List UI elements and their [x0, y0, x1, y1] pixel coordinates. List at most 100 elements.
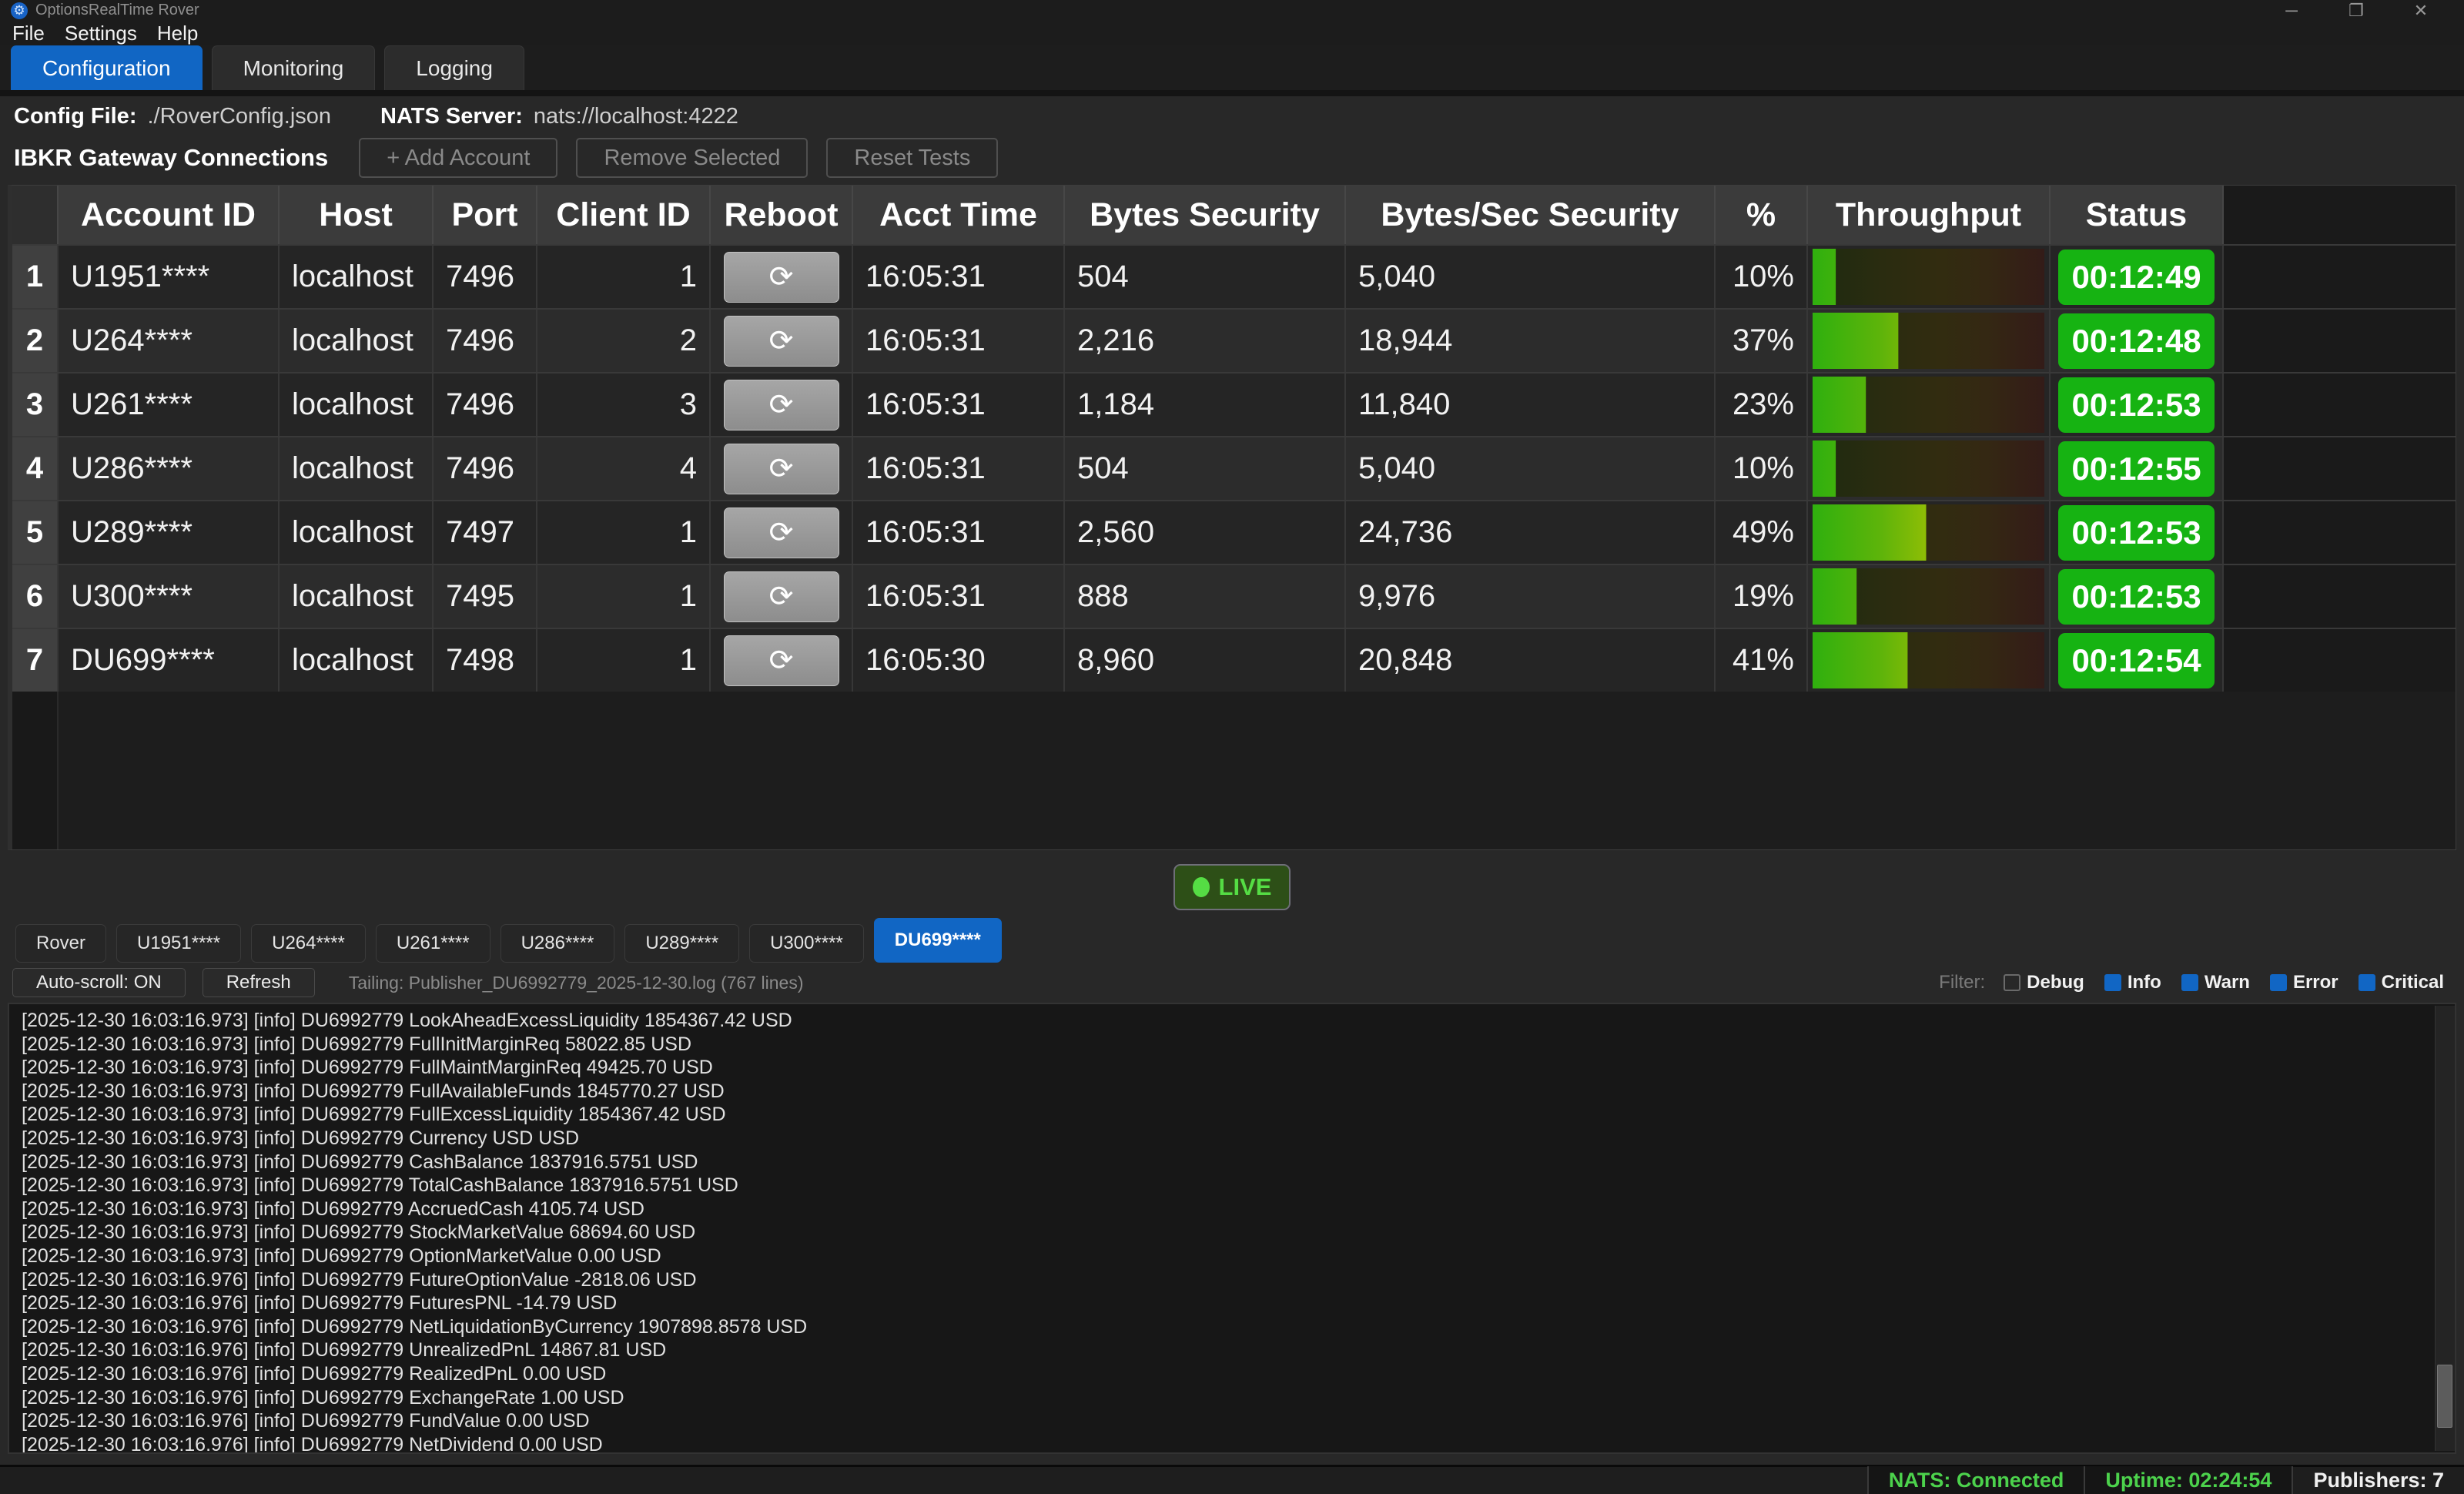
column-header-Client ID: Client ID [537, 186, 711, 244]
cell-bytes-sec-security: 9,976 [1346, 565, 1716, 628]
filter-name: Error [2293, 972, 2338, 993]
cell-port: 7497 [434, 501, 537, 564]
log-line: [2025-12-30 16:03:16.976] [info] DU69927… [22, 1268, 2455, 1292]
column-header-Host: Host [280, 186, 434, 244]
cell-account-id: U300**** [59, 565, 280, 628]
cell-status: 00:12:53 [2051, 501, 2224, 564]
log-tab-rover[interactable]: Rover [15, 924, 106, 963]
cell-status: 00:12:53 [2051, 374, 2224, 436]
cell-acct-time: 16:05:31 [853, 246, 1065, 308]
log-tab-u286[interactable]: U286**** [500, 924, 615, 963]
log-tab-u289[interactable]: U289**** [624, 924, 739, 963]
close-icon[interactable]: ✕ [2404, 1, 2438, 21]
throughput-bar [1813, 568, 2044, 625]
log-tab-u1951[interactable]: U1951**** [116, 924, 241, 963]
cell-port: 7496 [434, 310, 537, 372]
cell-reboot: ⟳ [711, 310, 853, 372]
log-scrollbar[interactable] [2435, 1006, 2455, 1451]
log-scrollbar-thumb[interactable] [2437, 1365, 2452, 1428]
cell-throughput [1808, 246, 2051, 308]
cell-reboot: ⟳ [711, 501, 853, 564]
filter-critical[interactable]: Critical [2359, 972, 2444, 993]
table-row[interactable]: 3U261****localhost74963⟳16:05:311,18411,… [12, 372, 2456, 436]
filter-warn[interactable]: Warn [2181, 972, 2250, 993]
log-line: [2025-12-30 16:03:16.973] [info] DU69927… [22, 1221, 2455, 1244]
cell-port: 7498 [434, 629, 537, 692]
reboot-button[interactable]: ⟳ [724, 507, 839, 558]
reboot-button[interactable]: ⟳ [724, 380, 839, 430]
window-controls: ─ ❐ ✕ [2275, 1, 2464, 21]
live-dot-icon [1193, 877, 1210, 897]
cell-account-id: DU699**** [59, 629, 280, 692]
log-output-view[interactable]: [2025-12-30 16:03:16.973] [info] DU69927… [8, 1003, 2456, 1454]
menu-item-help[interactable]: Help [157, 22, 198, 45]
refresh-button[interactable]: Refresh [203, 968, 315, 997]
cell-account-id: U1951**** [59, 246, 280, 308]
table-header-row: Account IDHostPortClient IDRebootAcct Ti… [12, 186, 2456, 244]
table-row[interactable]: 5U289****localhost74971⟳16:05:312,56024,… [12, 500, 2456, 564]
menu-item-file[interactable]: File [12, 22, 45, 45]
menu-item-settings[interactable]: Settings [65, 22, 137, 45]
tab-monitoring[interactable]: Monitoring [212, 45, 376, 90]
remove-selected-button[interactable]: Remove Selected [576, 138, 808, 178]
cell-throughput [1808, 629, 2051, 692]
reset-tests-button[interactable]: Reset Tests [826, 138, 998, 178]
log-line: [2025-12-30 16:03:16.973] [info] DU69927… [22, 1080, 2455, 1104]
status-badge: 00:12:53 [2058, 505, 2215, 561]
reboot-button[interactable]: ⟳ [724, 444, 839, 494]
filter-info[interactable]: Info [2104, 972, 2161, 993]
column-header-Account ID: Account ID [59, 186, 280, 244]
table-row[interactable]: 2U264****localhost74962⟳16:05:312,21618,… [12, 308, 2456, 372]
filter-checkbox-info[interactable] [2104, 974, 2121, 991]
throughput-bar [1813, 377, 2044, 433]
reboot-button[interactable]: ⟳ [724, 571, 839, 622]
cell-bytes-security: 2,560 [1065, 501, 1346, 564]
cell-port: 7496 [434, 246, 537, 308]
cell-status: 00:12:55 [2051, 437, 2224, 500]
filter-checkbox-warn[interactable] [2181, 974, 2198, 991]
tailing-status-text: Tailing: Publisher_DU6992779_2025-12-30.… [349, 973, 804, 993]
log-tab-u261[interactable]: U261**** [376, 924, 490, 963]
table-row[interactable]: 6U300****localhost74951⟳16:05:318889,976… [12, 564, 2456, 628]
reboot-button[interactable]: ⟳ [724, 252, 839, 303]
nats-status: NATS: Connected [1867, 1466, 2084, 1494]
tab-configuration[interactable]: Configuration [11, 45, 203, 90]
filter-error[interactable]: Error [2270, 972, 2338, 993]
tab-logging[interactable]: Logging [384, 45, 524, 90]
main-tab-bar: ConfigurationMonitoringLogging [0, 45, 2464, 90]
reboot-button[interactable]: ⟳ [724, 635, 839, 686]
log-filter-group: Filter: DebugInfoWarnErrorCritical [1939, 972, 2453, 993]
column-header-Status: Status [2051, 186, 2224, 244]
cell-reboot: ⟳ [711, 565, 853, 628]
live-button[interactable]: LIVE [1173, 864, 1291, 910]
row-number: 5 [12, 501, 59, 564]
cell-bytes-sec-security: 18,944 [1346, 310, 1716, 372]
autoscroll-button[interactable]: Auto-scroll: ON [12, 968, 186, 997]
cell-bytes-sec-security: 5,040 [1346, 246, 1716, 308]
table-row[interactable]: 4U286****localhost74964⟳16:05:315045,040… [12, 436, 2456, 500]
table-row[interactable]: 7DU699****localhost74981⟳16:05:308,96020… [12, 628, 2456, 692]
title-bar: ⚙ OptionsRealTime Rover ─ ❐ ✕ [0, 0, 2464, 21]
config-file-label: Config File: [14, 104, 136, 129]
filter-debug[interactable]: Debug [2004, 972, 2084, 993]
log-line: [2025-12-30 16:03:16.976] [info] DU69927… [22, 1386, 2455, 1410]
uptime-status: Uptime: 02:24:54 [2084, 1466, 2292, 1494]
filter-checkbox-critical[interactable] [2359, 974, 2375, 991]
log-tab-u300[interactable]: U300**** [749, 924, 864, 963]
nats-server-value: nats://localhost:4222 [534, 104, 738, 129]
add-account-button[interactable]: + Add Account [359, 138, 557, 178]
cell-host: localhost [280, 310, 434, 372]
restore-icon[interactable]: ❐ [2339, 1, 2373, 21]
table-row[interactable]: 1U1951****localhost74961⟳16:05:315045,04… [12, 244, 2456, 308]
log-tab-u264[interactable]: U264**** [251, 924, 366, 963]
column-header-Throughput: Throughput [1808, 186, 2051, 244]
log-tab-du699[interactable]: DU699**** [874, 918, 1002, 963]
minimize-icon[interactable]: ─ [2275, 1, 2308, 21]
cell-throughput [1808, 501, 2051, 564]
log-line: [2025-12-30 16:03:16.976] [info] DU69927… [22, 1362, 2455, 1386]
reboot-button[interactable]: ⟳ [724, 316, 839, 367]
filter-checkbox-debug[interactable] [2004, 974, 2020, 991]
filter-checkbox-error[interactable] [2270, 974, 2287, 991]
connections-table: Account IDHostPortClient IDRebootAcct Ti… [8, 185, 2456, 850]
cell-account-id: U286**** [59, 437, 280, 500]
